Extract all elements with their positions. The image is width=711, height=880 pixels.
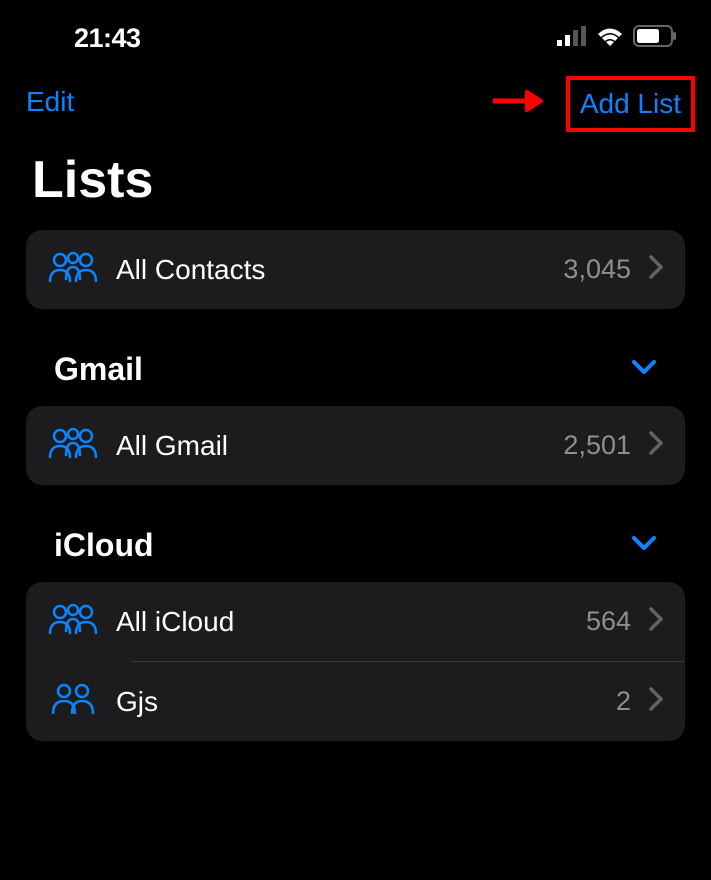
people-group-icon bbox=[48, 602, 98, 641]
highlight-arrow-icon bbox=[491, 86, 547, 121]
all-contacts-count: 3,045 bbox=[563, 254, 631, 285]
all-contacts-row[interactable]: All Contacts 3,045 bbox=[26, 230, 685, 309]
status-time: 21:43 bbox=[74, 23, 141, 54]
all-contacts-card: All Contacts 3,045 bbox=[26, 230, 685, 309]
section-title-icloud: iCloud bbox=[54, 527, 154, 564]
section-header-icloud[interactable]: iCloud bbox=[26, 527, 685, 582]
edit-button[interactable]: Edit bbox=[26, 86, 74, 118]
gmail-card: All Gmail 2,501 bbox=[26, 406, 685, 485]
all-gmail-count: 2,501 bbox=[563, 430, 631, 461]
wifi-icon bbox=[595, 25, 625, 52]
people-pair-icon bbox=[48, 682, 98, 721]
add-list-button[interactable]: Add List bbox=[580, 88, 681, 119]
all-icloud-row[interactable]: All iCloud 564 bbox=[26, 582, 685, 661]
all-gmail-label: All Gmail bbox=[116, 430, 545, 462]
gjs-label: Gjs bbox=[116, 686, 598, 718]
icloud-card: All iCloud 564 Gjs 2 bbox=[26, 582, 685, 741]
status-icons bbox=[557, 25, 677, 52]
people-group-icon bbox=[48, 250, 98, 289]
chevron-right-icon bbox=[649, 607, 663, 636]
chevron-down-icon bbox=[631, 359, 657, 380]
gjs-count: 2 bbox=[616, 686, 631, 717]
all-gmail-row[interactable]: All Gmail 2,501 bbox=[26, 406, 685, 485]
section-title-gmail: Gmail bbox=[54, 351, 143, 388]
people-group-icon bbox=[48, 426, 98, 465]
all-icloud-label: All iCloud bbox=[116, 606, 568, 638]
all-icloud-count: 564 bbox=[586, 606, 631, 637]
gjs-row[interactable]: Gjs 2 bbox=[26, 662, 685, 741]
add-list-highlight: Add List bbox=[566, 76, 695, 132]
chevron-right-icon bbox=[649, 431, 663, 460]
chevron-right-icon bbox=[649, 255, 663, 284]
cellular-icon bbox=[557, 26, 587, 51]
status-bar: 21:43 bbox=[0, 0, 711, 58]
chevron-right-icon bbox=[649, 687, 663, 716]
chevron-down-icon bbox=[631, 535, 657, 556]
all-contacts-label: All Contacts bbox=[116, 254, 545, 286]
nav-bar: Edit Add List bbox=[26, 58, 685, 136]
page-title: Lists bbox=[26, 136, 685, 230]
section-header-gmail[interactable]: Gmail bbox=[26, 351, 685, 406]
battery-icon bbox=[633, 25, 677, 52]
